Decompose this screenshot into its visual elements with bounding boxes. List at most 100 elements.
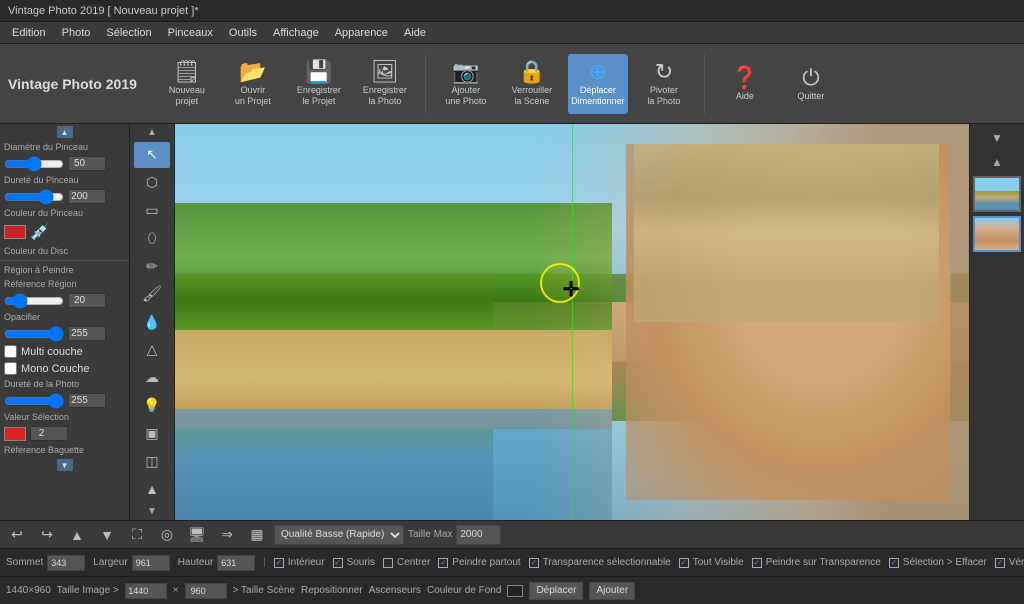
tool-select[interactable]: ↖	[134, 142, 170, 168]
menu-photo[interactable]: Photo	[54, 25, 99, 41]
menu-apparence[interactable]: Apparence	[327, 25, 396, 41]
verouiller-check[interactable]	[995, 558, 1005, 568]
couleur-fond-label: Couleur de Fond	[427, 585, 502, 596]
toolbar-ouvrir[interactable]: 📂 Ouvrirun Projet	[223, 54, 283, 114]
person-body	[588, 124, 969, 520]
multi-couche-check[interactable]	[4, 345, 17, 358]
scroll-down-arrow[interactable]: ▼	[57, 459, 73, 471]
check-peindre-partout: Peindre partout	[438, 557, 520, 568]
taille-width-input[interactable]	[125, 583, 167, 599]
btn-down[interactable]: ▼	[94, 524, 120, 546]
menu-outils[interactable]: Outils	[221, 25, 265, 41]
diametre-slider[interactable]	[4, 159, 64, 169]
toolbar-pivoter[interactable]: ↻ Pivoterla Photo	[634, 54, 694, 114]
tool-ellipse[interactable]: ⬯	[134, 226, 170, 252]
tool-cloud[interactable]: ☁	[134, 365, 170, 391]
divider1	[0, 260, 129, 261]
tools-nav-up[interactable]: ▲	[134, 126, 170, 140]
peindre-transparent-check[interactable]	[752, 558, 762, 568]
diametre-input[interactable]: 50	[68, 156, 106, 171]
ajouter-btn[interactable]: Ajouter	[589, 582, 635, 600]
btn-undo[interactable]: ↩	[4, 524, 30, 546]
selection-input[interactable]	[30, 426, 68, 441]
right-nav-down[interactable]: ▼	[985, 128, 1009, 148]
canvas-area[interactable]: ✛	[175, 124, 969, 520]
durete-photo-input[interactable]	[68, 393, 106, 408]
tool-up-arrow[interactable]: ▲	[134, 476, 170, 502]
nouveau-icon: 🗒	[173, 61, 201, 83]
tool-light1[interactable]: 💡	[134, 393, 170, 419]
couche-row: Multi couche	[0, 343, 129, 360]
center-line	[572, 124, 573, 520]
thumbnail-2[interactable]	[973, 216, 1021, 252]
centrer-check[interactable]	[383, 558, 393, 568]
durete-input[interactable]	[68, 189, 106, 204]
menu-edition[interactable]: Edition	[4, 25, 54, 41]
durete-slider[interactable]	[4, 192, 64, 202]
tool-rect[interactable]: ▭	[134, 198, 170, 224]
menu-pinceaux[interactable]: Pinceaux	[160, 25, 221, 41]
tool-brush[interactable]: 🖌	[134, 281, 170, 307]
peindre-transparent-label: Peindre sur Transparence	[766, 557, 881, 568]
toolbar-nouveau[interactable]: 🗒 Nouveauprojet	[157, 54, 217, 114]
btn-up[interactable]: ▲	[64, 524, 90, 546]
panel-scroll-up[interactable]: ▲	[0, 124, 129, 140]
opacifier-input[interactable]	[68, 326, 106, 341]
tool-shape1[interactable]: ⬡	[134, 170, 170, 196]
deplacer-btn[interactable]: Déplacer	[529, 582, 583, 600]
panel-scroll-down[interactable]: ▼	[0, 457, 129, 473]
toolbar-divider2	[704, 54, 705, 114]
tool-pen[interactable]: ✏	[134, 253, 170, 279]
btn-expand[interactable]: ⛶	[124, 524, 150, 546]
menu-aide[interactable]: Aide	[396, 25, 434, 41]
main-area: ▲ Diamètre du Pinceau 50 Dureté du Pince…	[0, 124, 1024, 520]
toolbar-enregistrer-projet[interactable]: 💾 Enregistrerle Projet	[289, 54, 349, 114]
status-bar-2: 1440×960 Taille Image > × > Taille Scène…	[0, 576, 1024, 604]
taille-scene-label: > Taille Scène	[233, 585, 295, 596]
qualite-select[interactable]: Qualité Basse (Rapide)	[274, 525, 404, 545]
thumbnail-1[interactable]	[973, 176, 1021, 212]
toolbar-quitter[interactable]: ⏻ Quitter	[781, 54, 841, 114]
toolbar-verrouiller[interactable]: 🔒 Verrouillerla Scène	[502, 54, 562, 114]
selection-effacer-check[interactable]	[889, 558, 899, 568]
tool-light2[interactable]: ◫	[134, 448, 170, 474]
tout-visible-check[interactable]	[679, 558, 689, 568]
btn-screen[interactable]: 🖥	[184, 524, 210, 546]
menu-selection[interactable]: Sélection	[98, 25, 159, 41]
interieur-check[interactable]	[274, 558, 284, 568]
durete-photo-slider[interactable]	[4, 396, 64, 406]
toolbar-aide[interactable]: ❓ Aide	[715, 54, 775, 114]
transparence-check[interactable]	[529, 558, 539, 568]
mono-couche-check[interactable]	[4, 362, 17, 375]
peindre-partout-check[interactable]	[438, 558, 448, 568]
taille-max-input[interactable]	[456, 525, 501, 545]
hauteur-input[interactable]	[217, 555, 255, 571]
tool-fill[interactable]: 💧	[134, 309, 170, 335]
opacifier-slider[interactable]	[4, 329, 64, 339]
toolbar-enregistrer-photo[interactable]: 🖼 Enregistrerla Photo	[355, 54, 415, 114]
scroll-up-arrow[interactable]: ▲	[57, 126, 73, 138]
menu-affichage[interactable]: Affichage	[265, 25, 327, 41]
tool-square[interactable]: ▣	[134, 421, 170, 447]
btn-circle[interactable]: ◎	[154, 524, 180, 546]
btn-arrow-right[interactable]: ⇒	[214, 524, 240, 546]
souris-check[interactable]	[333, 558, 343, 568]
largeur-input[interactable]	[132, 555, 170, 571]
tool-triangle[interactable]: △	[134, 337, 170, 363]
taille-height-input[interactable]	[185, 583, 227, 599]
eyedropper-icon[interactable]: 💉	[30, 222, 50, 242]
tout-visible-label: Tout Visible	[693, 557, 744, 568]
btn-grid[interactable]: ▦	[244, 524, 270, 546]
right-nav-up[interactable]: ▲	[985, 152, 1009, 172]
btn-redo[interactable]: ↪	[34, 524, 60, 546]
couleur-fond-swatch[interactable]	[507, 585, 523, 597]
tools-nav-down[interactable]: ▼	[134, 504, 170, 518]
centrer-label: Centrer	[397, 557, 430, 568]
ref-region-input[interactable]	[68, 293, 106, 308]
toolbar-ajouter-photo[interactable]: 📷 Ajouterune Photo	[436, 54, 496, 114]
couleur-swatch[interactable]	[4, 225, 26, 239]
selection-swatch[interactable]	[4, 427, 26, 441]
ref-region-slider[interactable]	[4, 296, 64, 306]
toolbar-deplacer[interactable]: ⊕ DéplacerDimentionner	[568, 54, 628, 114]
sommet-input[interactable]	[47, 555, 85, 571]
